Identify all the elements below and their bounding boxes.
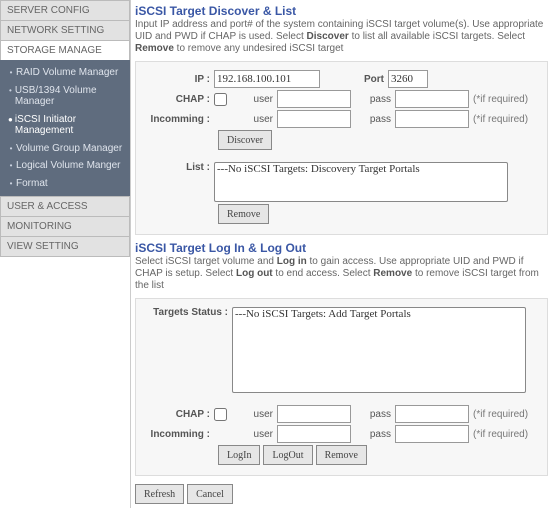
label-incoming-pass: pass — [351, 114, 395, 125]
sidebar-item-format[interactable]: •Format — [0, 175, 130, 193]
main-content: iSCSI Target Discover & List Input IP ad… — [131, 0, 550, 508]
sidebar-item-label: USB/1394 Volume Manager — [15, 85, 124, 108]
sidebar-item-logical-volume[interactable]: •Logical Volume Manger — [0, 157, 130, 175]
sidebar: SERVER CONFIG NETWORK SETTING STORAGE MA… — [0, 0, 131, 508]
incoming-user-input[interactable] — [277, 110, 351, 128]
sidebar-item-label: Logical Volume Manger — [16, 160, 121, 172]
nav-view-setting[interactable]: VIEW SETTING — [0, 236, 130, 257]
login-panel: Targets Status : ---No iSCSI Targets: Ad… — [135, 298, 548, 476]
sidebar-item-label: RAID Volume Manager — [16, 67, 118, 79]
label-chap-user: user — [233, 94, 277, 105]
label-incoming: Incomming : — [142, 114, 214, 125]
discover-title: iSCSI Target Discover & List — [135, 4, 548, 18]
label-targets-status: Targets Status : — [142, 307, 232, 318]
chap-checkbox[interactable] — [214, 93, 227, 106]
sidebar-item-usb[interactable]: •USB/1394 Volume Manager — [0, 82, 130, 111]
sidebar-item-label: Format — [16, 178, 48, 190]
nav-user-access[interactable]: USER & ACCESS — [0, 196, 130, 216]
bullet-icon: • — [6, 144, 16, 153]
remove-button[interactable]: Remove — [218, 204, 269, 224]
required-note: (*if required) — [473, 114, 528, 125]
nav-server-config[interactable]: SERVER CONFIG — [0, 0, 130, 20]
login-title: iSCSI Target Log In & Log Out — [135, 241, 548, 255]
ip-input[interactable] — [214, 70, 320, 88]
sidebar-item-volume-group[interactable]: •Volume Group Manager — [0, 140, 130, 158]
login-incoming-user-input[interactable] — [277, 425, 351, 443]
label-login-chap-user: user — [233, 409, 277, 420]
logout-button[interactable]: LogOut — [263, 445, 312, 465]
label-chap: CHAP : — [142, 409, 214, 420]
targets-status-listbox[interactable]: ---No iSCSI Targets: Add Target Portals — [232, 307, 526, 393]
cancel-button[interactable]: Cancel — [187, 484, 233, 504]
bullet-icon: • — [6, 161, 16, 170]
login-button[interactable]: LogIn — [218, 445, 260, 465]
required-note: (*if required) — [473, 429, 528, 440]
label-incoming-user: user — [233, 114, 277, 125]
discover-desc: Input IP address and port# of the system… — [135, 19, 548, 55]
list-item[interactable]: ---No iSCSI Targets: Add Target Portals — [233, 308, 525, 321]
login-chap-pass-input[interactable] — [395, 405, 469, 423]
nav-monitoring[interactable]: MONITORING — [0, 216, 130, 236]
label-port: Port — [320, 74, 388, 85]
login-chap-user-input[interactable] — [277, 405, 351, 423]
label-login-incoming-pass: pass — [351, 429, 395, 440]
discover-panel: IP : Port CHAP : user pass (*if required… — [135, 61, 548, 235]
login-remove-button[interactable]: Remove — [316, 445, 367, 465]
chap-pass-input[interactable] — [395, 90, 469, 108]
label-login-incoming: Incomming : — [142, 429, 214, 440]
bullet-icon: • — [6, 179, 16, 188]
bullet-icon: • — [6, 86, 15, 95]
required-note: (*if required) — [473, 94, 528, 105]
chap-user-input[interactable] — [277, 90, 351, 108]
login-incoming-pass-input[interactable] — [395, 425, 469, 443]
incoming-pass-input[interactable] — [395, 110, 469, 128]
sidebar-item-label: Volume Group Manager — [16, 143, 122, 155]
label-chap-pass: pass — [351, 94, 395, 105]
required-note: (*if required) — [473, 409, 528, 420]
label-login-chap-pass: pass — [351, 409, 395, 420]
label-list: List : — [142, 162, 214, 173]
label-ip: IP : — [142, 74, 214, 85]
label-login-incoming-user: user — [233, 429, 277, 440]
storage-submenu: •RAID Volume Manager •USB/1394 Volume Ma… — [0, 60, 130, 196]
bullet-icon: • — [6, 68, 16, 77]
port-input[interactable] — [388, 70, 428, 88]
nav-network-setting[interactable]: NETWORK SETTING — [0, 20, 130, 40]
label-chap: CHAP : — [142, 94, 214, 105]
targets-listbox[interactable]: ---No iSCSI Targets: Discovery Target Po… — [214, 162, 508, 202]
login-desc: Select iSCSI target volume and Log in to… — [135, 256, 548, 292]
sidebar-item-raid[interactable]: •RAID Volume Manager — [0, 64, 130, 82]
discover-button[interactable]: Discover — [218, 130, 272, 150]
bullet-icon: ● — [6, 115, 15, 124]
sidebar-item-iscsi-initiator[interactable]: ●iSCSI Initiator Management — [0, 111, 130, 140]
nav-storage-manage[interactable]: STORAGE MANAGE — [0, 40, 130, 60]
refresh-button[interactable]: Refresh — [135, 484, 184, 504]
list-item[interactable]: ---No iSCSI Targets: Discovery Target Po… — [215, 163, 507, 176]
sidebar-item-label: iSCSI Initiator Management — [15, 114, 124, 137]
login-chap-checkbox[interactable] — [214, 408, 227, 421]
